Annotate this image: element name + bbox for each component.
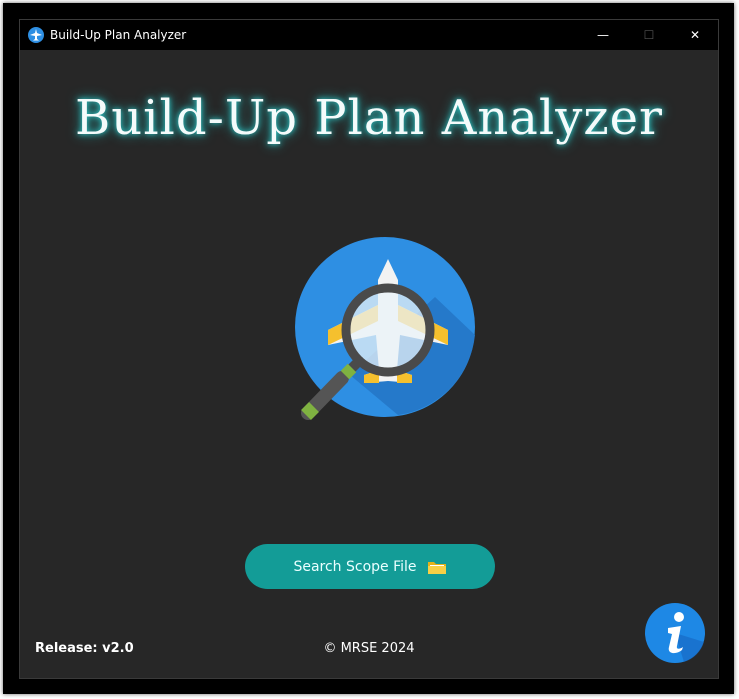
folder-icon [427,561,446,574]
close-icon: ✕ [689,28,701,42]
minimize-button[interactable]: — [580,20,626,50]
maximize-button[interactable]: ☐ [626,20,672,50]
app-window: Build-Up Plan Analyzer — ☐ ✕ Build-Up Pl… [19,19,719,679]
title-bar[interactable]: Build-Up Plan Analyzer — ☐ ✕ [20,20,718,50]
search-button-label: Search Scope File [293,558,417,575]
info-icon[interactable] [644,602,706,664]
maximize-icon: ☐ [643,28,655,42]
minimize-icon: — [597,28,609,42]
airplane-magnifier-icon [295,237,475,420]
copyright-text: © MRSE 2024 [323,641,415,656]
window-controls: — ☐ ✕ [580,20,718,50]
close-button[interactable]: ✕ [672,20,718,50]
window-frame: Build-Up Plan Analyzer — ☐ ✕ Build-Up Pl… [3,3,734,694]
app-icon [28,27,44,43]
window-title: Build-Up Plan Analyzer [50,28,187,42]
app-heading: Build-Up Plan Analyzer [74,90,663,146]
search-scope-file-button[interactable]: Search Scope File [245,544,495,589]
